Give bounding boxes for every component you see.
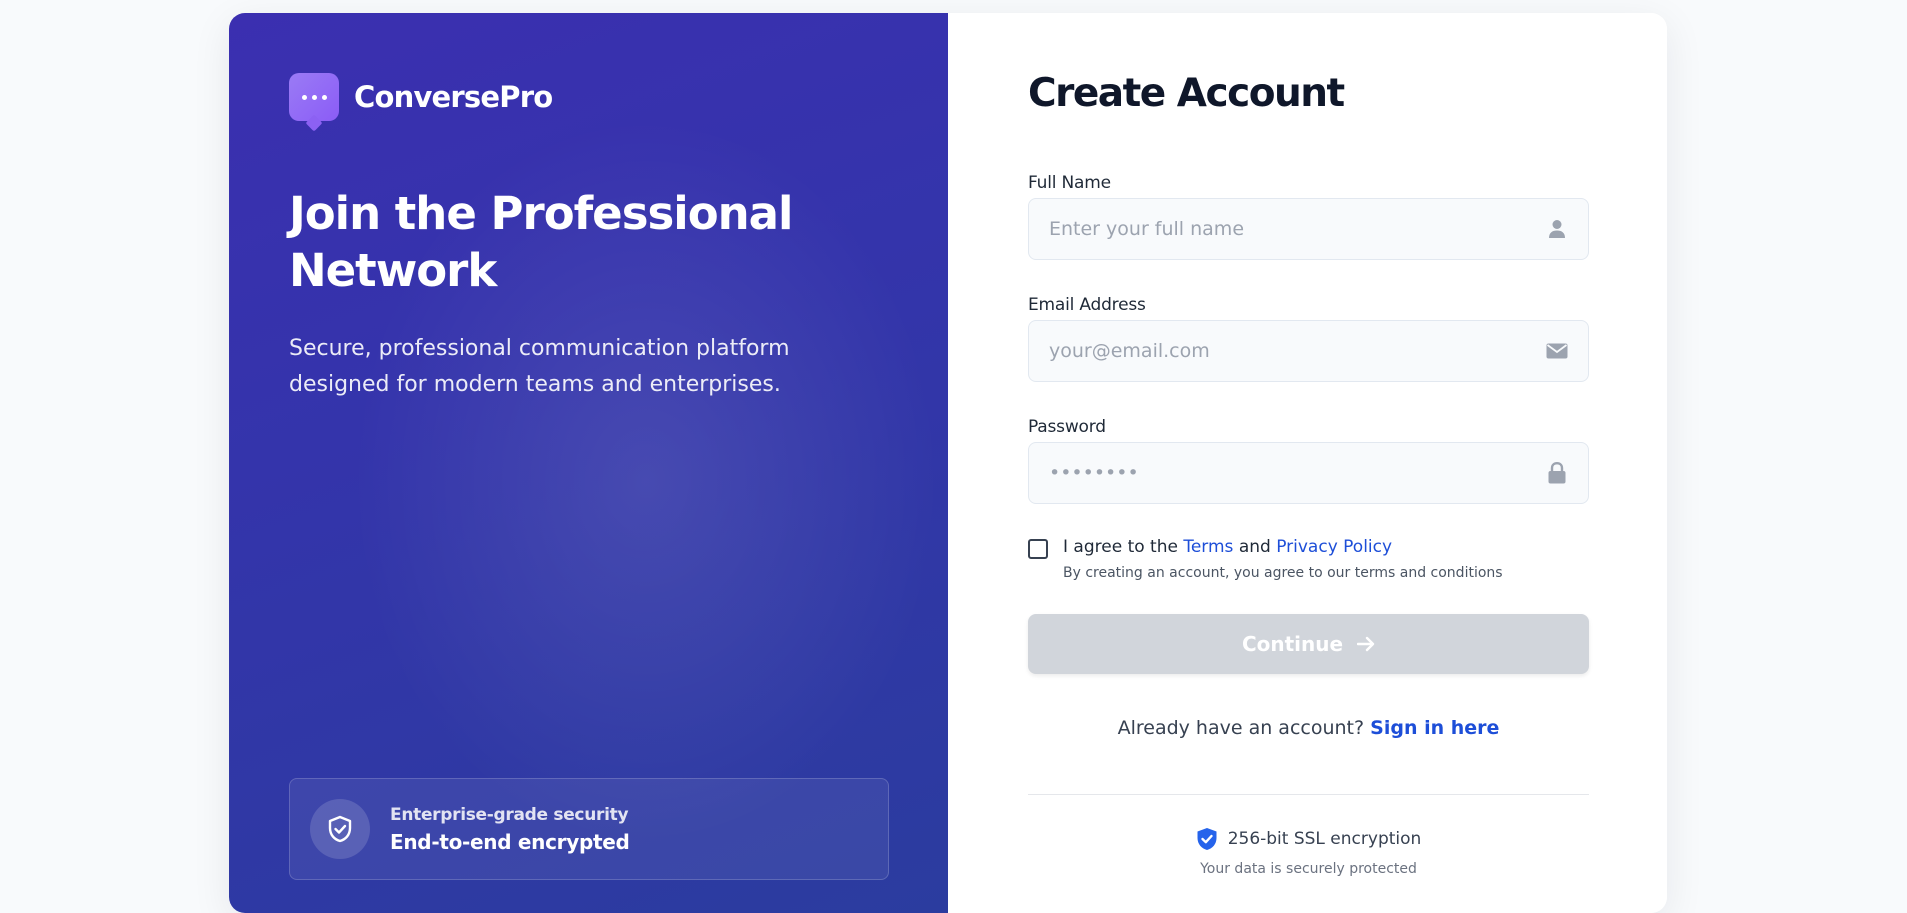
shield-check-icon — [310, 799, 370, 859]
password-field[interactable] — [1028, 442, 1589, 504]
security-label: Enterprise-grade security — [390, 804, 629, 825]
security-badge: Enterprise-grade security End-to-end enc… — [289, 778, 889, 880]
full-name-label: Full Name — [1028, 173, 1111, 193]
brand: ConversePro — [289, 73, 553, 121]
envelope-icon — [1546, 340, 1568, 362]
form-panel: Create Account Full Name Email Address P… — [948, 13, 1667, 913]
signin-row: Already have an account? Sign in here — [1028, 717, 1589, 739]
signin-prompt: Already have an account? — [1117, 717, 1365, 739]
continue-button[interactable]: Continue — [1028, 614, 1589, 674]
security-value: End-to-end encrypted — [390, 829, 630, 854]
chat-bubble-icon — [289, 73, 339, 121]
terms-link[interactable]: Terms — [1183, 537, 1233, 557]
privacy-policy-link[interactable]: Privacy Policy — [1276, 537, 1392, 557]
email-input[interactable] — [1049, 340, 1546, 362]
hero-subtitle: Secure, professional communication platf… — [289, 336, 790, 397]
password-input[interactable] — [1049, 462, 1546, 484]
full-name-input[interactable] — [1049, 218, 1546, 240]
agree-note: By creating an account, you agree to our… — [1063, 565, 1503, 581]
agree-and: and — [1238, 537, 1271, 557]
email-field[interactable] — [1028, 320, 1589, 382]
ssl-badge: 256-bit SSL encryption — [1028, 827, 1589, 851]
user-icon — [1546, 218, 1568, 240]
divider — [1028, 794, 1589, 795]
agree-prefix: I agree to the — [1063, 537, 1178, 557]
email-label: Email Address — [1028, 295, 1146, 315]
terms-agreement: I agree to the Terms and Privacy Policy … — [1028, 537, 1503, 581]
brand-name: ConversePro — [354, 80, 553, 114]
form-title: Create Account — [1028, 71, 1345, 116]
agree-text: I agree to the Terms and Privacy Policy — [1063, 537, 1503, 557]
shield-check-icon — [1196, 827, 1218, 851]
ssl-text: 256-bit SSL encryption — [1227, 829, 1422, 849]
ssl-note: Your data is securely protected — [1200, 861, 1417, 877]
full-name-field[interactable] — [1028, 198, 1589, 260]
hero-panel: ConversePro Join the Professional Networ… — [229, 13, 948, 913]
lock-icon — [1546, 462, 1568, 484]
signup-card: ConversePro Join the Professional Networ… — [229, 13, 1667, 913]
hero-title: Join the Professional Network — [289, 187, 793, 297]
arrow-right-icon — [1357, 636, 1375, 652]
continue-label: Continue — [1241, 632, 1344, 656]
signin-link[interactable]: Sign in here — [1370, 717, 1499, 739]
terms-checkbox[interactable] — [1028, 539, 1048, 559]
password-label: Password — [1028, 417, 1106, 437]
